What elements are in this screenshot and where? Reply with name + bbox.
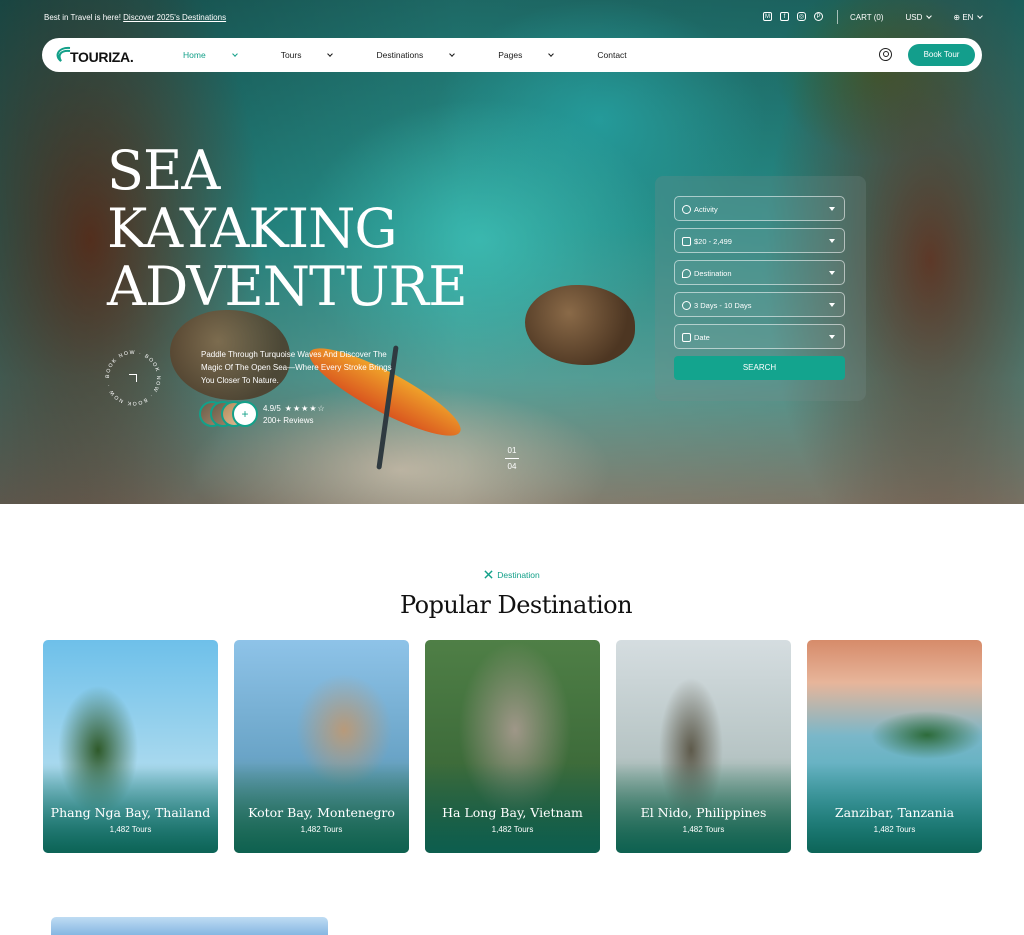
date-select[interactable]: Date [674,324,845,349]
price-range-select[interactable]: $20 - 2,499 [674,228,845,253]
add-avatar-button[interactable]: + [232,401,258,427]
caret-down-icon [829,239,835,243]
search-button[interactable]: SEARCH [674,356,845,380]
bike-icon [682,205,691,214]
rating-block: 4.9/5 ★★★★☆ 200+ Reviews [263,403,326,427]
hero-title-line: ADVENTURE [107,255,468,318]
hero-rock [525,285,635,365]
next-section-image [51,917,328,935]
slide-total: 04 [507,462,517,471]
book-tour-button[interactable]: Book Tour [908,44,975,66]
star-rating-icon: ★★★★☆ [284,404,326,413]
language-label: EN [962,13,974,22]
field-label: Activity [694,205,718,214]
field-label: Destination [694,269,732,278]
reviews-count: 200+ Reviews [263,416,314,425]
nav-label: Pages [498,50,523,60]
chevron-down-icon [327,51,334,57]
book-now-badge[interactable]: BOOK NOW · BOOK NOW · BOOK NOW · [103,348,163,408]
currency-select[interactable]: USD [905,13,933,22]
tour-count: 1,482 Tours [682,825,725,834]
section-tag-label: Destination [497,570,540,580]
promo-text: Best in Travel is here! [44,13,121,22]
chevron-down-icon [449,51,456,57]
destination-name: Kotor Bay, Montenegro [248,805,395,820]
tour-count: 1,482 Tours [873,825,916,834]
location-pin-icon [682,269,691,278]
destination-name: Phang Nga Bay, Thailand [50,805,211,820]
tour-count: 1,482 Tours [491,825,534,834]
field-label: Date [694,333,710,342]
section-title: Popular Destination [399,591,633,619]
top-bar: Best in Travel is here! Discover 2025's … [0,0,1024,36]
chevron-down-icon [231,51,238,57]
user-account-icon[interactable] [879,48,892,61]
destination-name: El Nido, Philippines [640,805,767,820]
logo-text: TOURIZA. [70,49,134,65]
field-label: $20 - 2,499 [694,237,732,246]
nav-item-destinations[interactable]: Destinations [376,50,476,60]
destination-select[interactable]: Destination [674,260,845,285]
currency-label: USD [905,13,923,22]
hero-title-line: SEA [107,139,220,202]
section-tag: Destination [0,569,1024,580]
social-links: M f ◎ P [763,12,823,21]
tour-count: 1,482 Tours [300,825,343,834]
tour-search-form: Activity $20 - 2,499 Destination 3 Days … [655,176,866,401]
nav-label: Destinations [376,50,424,60]
field-label: 3 Days - 10 Days [694,301,752,310]
activity-select[interactable]: Activity [674,196,845,221]
caret-down-icon [829,271,835,275]
language-select[interactable]: ⊕ EN [953,13,984,22]
destination-card[interactable]: El Nido, Philippines 1,482 Tours [616,640,791,853]
globe-icon: ⊕ [953,13,963,22]
nav-item-pages[interactable]: Pages [498,50,575,60]
pinterest-icon[interactable]: P [814,12,823,21]
hero-title-line: KAYAKING [107,197,397,260]
destination-name: Zanzibar, Tanzania [834,805,955,820]
instagram-icon[interactable]: ◎ [797,12,806,21]
destination-card[interactable]: Kotor Bay, Montenegro 1,482 Tours [234,640,409,853]
tour-count: 1,482 Tours [109,825,152,834]
hero-description: Paddle Through Turquoise Waves And Disco… [201,350,392,385]
nav-menu: Home Tours Destinations Pages Contact [183,50,671,60]
nav-item-tours[interactable]: Tours [281,50,355,60]
slide-current: 01 [507,446,517,455]
clock-icon [682,301,691,310]
duration-select[interactable]: 3 Days - 10 Days [674,292,845,317]
nav-item-contact[interactable]: Contact [597,50,648,60]
money-icon [682,237,691,246]
caret-down-icon [829,335,835,339]
pager-divider [505,458,519,459]
chevron-down-icon [926,13,933,19]
caret-down-icon [829,207,835,211]
top-bar-right: CART (0) USD ⊕ EN [837,10,984,24]
crossed-paddles-icon [484,570,493,579]
nav-label: Tours [280,50,302,60]
cart-link[interactable]: CART (0) [850,13,884,22]
nav-label: Contact [597,50,627,60]
promo-link[interactable]: Discover 2025's Destinations [123,13,226,22]
destination-card[interactable]: Zanzibar, Tanzania 1,482 Tours [807,640,982,853]
caret-down-icon [829,303,835,307]
chevron-down-icon [548,51,555,57]
main-navbar: TOURIZA. Home Tours Destinations Pages C… [42,38,982,72]
nav-label: Home [183,50,206,60]
reviewer-avatars: + [199,401,259,427]
chevron-down-icon [977,13,984,19]
medium-icon[interactable]: M [763,12,772,21]
destination-name: Ha Long Bay, Vietnam [442,805,583,820]
nav-item-home[interactable]: Home [183,50,259,60]
promo-message: Best in Travel is here! Discover 2025's … [44,13,226,22]
hero-title: SEA KAYAKING ADVENTURE [107,139,468,318]
destination-card[interactable]: Phang Nga Bay, Thailand 1,482 Tours [43,640,218,853]
logo[interactable]: TOURIZA. [52,44,148,66]
arrow-up-right-icon [129,374,137,382]
slide-pager: 01 04 [505,446,519,471]
destination-card[interactable]: Ha Long Bay, Vietnam 1,482 Tours [425,640,600,853]
calendar-icon [682,333,691,342]
divider [837,10,838,24]
rating-value: 4.9/5 [263,404,281,413]
facebook-icon[interactable]: f [780,12,789,21]
